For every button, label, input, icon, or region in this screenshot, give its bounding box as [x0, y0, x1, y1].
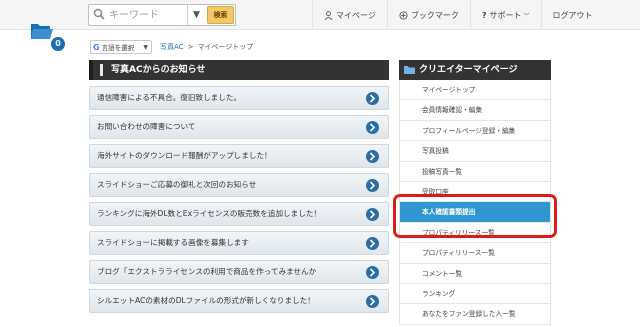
news-item[interactable]: シルエットACの素材のDLファイルの形式が新しくなりました！ — [89, 289, 389, 313]
chevron-right-icon — [366, 295, 379, 308]
chevron-right-icon — [366, 179, 379, 192]
news-item-text: お問い合わせの障害について — [97, 122, 196, 131]
menu-item-fans[interactable]: あなたをファン登録した人一覧 — [400, 304, 550, 325]
menu-item-ranking[interactable]: ランキング — [400, 283, 550, 305]
header-nav: マイページ ブックマーク ? サポート ﹀ ログアウト — [312, 0, 604, 30]
breadcrumb-current: マイページトップ — [197, 43, 254, 51]
news-item-text: スライドショーご応募の御礼と次回のお知らせ — [97, 180, 257, 189]
news-list: 通信障害による不具合。復旧致しました。 お問い合わせの障害について 海外サイトの… — [89, 86, 389, 318]
nav-support-label: サポート — [489, 10, 522, 20]
nav-bookmark-label: ブックマーク — [410, 10, 459, 20]
news-item-text: シルエットACの素材のDLファイルの形式が新しくなりました！ — [97, 296, 315, 305]
folder-count-badge: 0 — [51, 37, 65, 51]
nav-bookmark[interactable]: ブックマーク — [386, 0, 470, 30]
nav-mypage-label: マイページ — [336, 10, 376, 20]
nav-logout[interactable]: ログアウト — [540, 0, 604, 30]
menu-item-uploaded-photos[interactable]: 投稿写真一覧 — [400, 161, 550, 182]
news-item-text: ブログ「エクストラライセンスの利用で商品を作ってみませんか — [97, 267, 317, 276]
menu-item-comments[interactable]: コメント一覧 — [400, 263, 550, 284]
menu-item-profile[interactable]: プロフィールページ登録・編集 — [400, 120, 550, 142]
chevron-right-icon — [366, 208, 379, 221]
menu-item-photo-upload[interactable]: 写真投稿 — [400, 141, 550, 162]
news-item[interactable]: お問い合わせの障害について — [89, 115, 389, 139]
search-button-label: 検索 — [213, 11, 228, 19]
search-button[interactable]: 検索 — [207, 6, 234, 24]
folder-icon[interactable] — [30, 20, 54, 42]
search-box: ▼ 検索 — [88, 4, 236, 26]
news-item[interactable]: ブログ「エクストラライセンスの利用で商品を作ってみませんか — [89, 260, 389, 284]
nav-support[interactable]: ? サポート ﹀ — [469, 0, 541, 30]
news-item-text: 通信障害による不具合。復旧致しました。 — [97, 93, 242, 102]
user-icon — [324, 10, 333, 20]
news-item[interactable]: スライドショーご応募の御礼と次回のお知らせ — [89, 173, 389, 197]
news-section-title: 写真ACからのお知らせ — [89, 60, 389, 80]
news-item[interactable]: 海外サイトのダウンロード報酬がアップしました！ — [89, 144, 389, 168]
chevron-right-icon — [366, 266, 379, 279]
breadcrumb: 写真AC > マイページトップ — [160, 40, 253, 54]
news-item[interactable]: 通信障害による不具合。復旧致しました。 — [89, 86, 389, 110]
language-select-label: 言語を選択 — [101, 44, 135, 52]
menu-item-mypage-top[interactable]: マイページトップ — [400, 80, 550, 101]
menu-item-member-info[interactable]: 会員情報確認・編集 — [400, 100, 550, 121]
news-item-text: 海外サイトのダウンロード報酬がアップしました！ — [97, 151, 272, 160]
chevron-right-icon — [366, 92, 379, 105]
chevron-right-icon — [366, 237, 379, 250]
menu-item-property-release[interactable]: プロパティリリース一覧 — [400, 243, 550, 264]
news-item[interactable]: ランキングに海外DL数とExライセンスの販売数を追加しました！ — [89, 202, 389, 226]
google-icon: G — [93, 42, 100, 52]
chevron-down-icon: ﹀ — [523, 12, 530, 20]
search-icon — [93, 8, 105, 20]
question-icon: ? — [481, 10, 487, 20]
chevron-right-icon — [366, 150, 379, 163]
chevron-right-icon — [366, 121, 379, 134]
nav-logout-label: ログアウト — [552, 10, 593, 20]
plus-circle-icon — [399, 10, 408, 20]
creator-mypage-title: クリエイターマイページ — [399, 60, 551, 80]
folder-icon — [404, 66, 415, 74]
creator-mypage-title-text: クリエイターマイページ — [419, 65, 518, 75]
language-select[interactable]: G 言語を選択 ▼ — [90, 40, 152, 54]
news-item[interactable]: スライドショーに掲載する画像を募集します — [89, 231, 389, 255]
chevron-down-icon: ▼ — [143, 43, 148, 51]
nav-mypage[interactable]: マイページ — [312, 0, 387, 30]
news-item-text: ランキングに海外DL数とExライセンスの販売数を追加しました！ — [97, 209, 322, 218]
chevron-down-icon[interactable]: ▼ — [187, 5, 205, 25]
breadcrumb-separator: > — [187, 43, 194, 51]
top-header: ▼ 検索 マイページ ブックマーク ? サポート ﹀ ログアウト — [0, 0, 640, 30]
news-item-text: スライドショーに掲載する画像を募集します — [97, 238, 249, 247]
breadcrumb-home[interactable]: 写真AC — [160, 40, 184, 54]
highlight-annotation — [393, 194, 557, 238]
